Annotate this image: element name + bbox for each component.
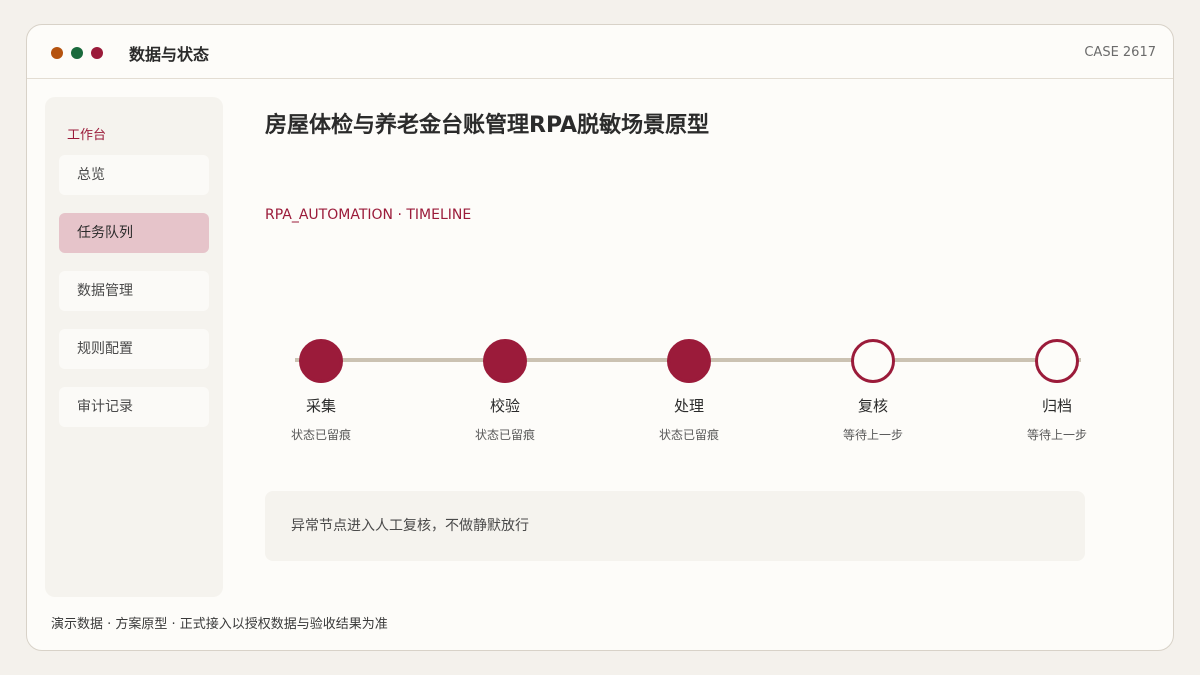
app-window: 数据与状态 CASE 2617 工作台 总览 任务队列 数据管理 规则配置 审计… [26, 24, 1174, 651]
sidebar-item-task-queue[interactable]: 任务队列 [59, 213, 209, 253]
timeline-step-label: 采集 [305, 397, 336, 415]
app-title: 数据与状态 [129, 45, 210, 64]
sidebar-heading: 工作台 [67, 128, 107, 143]
timeline-step-label: 处理 [673, 397, 704, 415]
timeline-step-label: 归档 [1041, 397, 1072, 415]
sidebar-item-overview[interactable]: 总览 [59, 155, 209, 195]
sidebar-item-audit-log[interactable]: 审计记录 [59, 387, 209, 427]
timeline-step-status: 状态已留痕 [474, 428, 535, 442]
timeline-node [299, 339, 343, 383]
timeline-node [483, 339, 527, 383]
window-minimize-button[interactable] [71, 47, 83, 59]
timeline-node [851, 339, 895, 383]
notice-banner: 异常节点进入人工复核，不做静默放行 [265, 491, 1085, 561]
sidebar-item-label: 总览 [77, 167, 105, 183]
sidebar-item-rule-config[interactable]: 规则配置 [59, 329, 209, 369]
window-maximize-button[interactable] [91, 47, 103, 59]
timeline-step-status: 等待上一步 [842, 428, 903, 442]
sidebar-item-label: 规则配置 [77, 341, 133, 357]
sidebar-item-label: 审计记录 [77, 399, 133, 415]
sidebar: 工作台 总览 任务队列 数据管理 规则配置 审计记录 [45, 97, 223, 597]
sidebar-item-label: 数据管理 [77, 283, 133, 299]
timeline-node [1035, 339, 1079, 383]
window-close-button[interactable] [51, 47, 63, 59]
sidebar-item-data-management[interactable]: 数据管理 [59, 271, 209, 311]
page-title: 房屋体检与养老金台账管理RPA脱敏场景原型 [265, 113, 710, 138]
sidebar-item-label: 任务队列 [77, 225, 133, 241]
timeline-step-status: 状态已留痕 [658, 428, 719, 442]
case-label: CASE 2617 [1084, 45, 1156, 60]
timeline-step-label: 复核 [857, 397, 888, 415]
timeline-step-status: 状态已留痕 [290, 428, 351, 442]
title-bar: 数据与状态 CASE 2617 [27, 25, 1173, 79]
timeline-step-label: 校验 [489, 397, 520, 415]
footer-note: 演示数据 · 方案原型 · 正式接入以授权数据与验收结果为准 [51, 617, 388, 632]
section-subtitle: RPA_AUTOMATION · TIMELINE [265, 207, 472, 223]
timeline-step-status: 等待上一步 [1026, 428, 1087, 442]
timeline-node [667, 339, 711, 383]
timeline: 采集 状态已留痕 校验 状态已留痕 处理 状态已留痕 复核 等待上一步 归档 等… [265, 325, 1087, 475]
